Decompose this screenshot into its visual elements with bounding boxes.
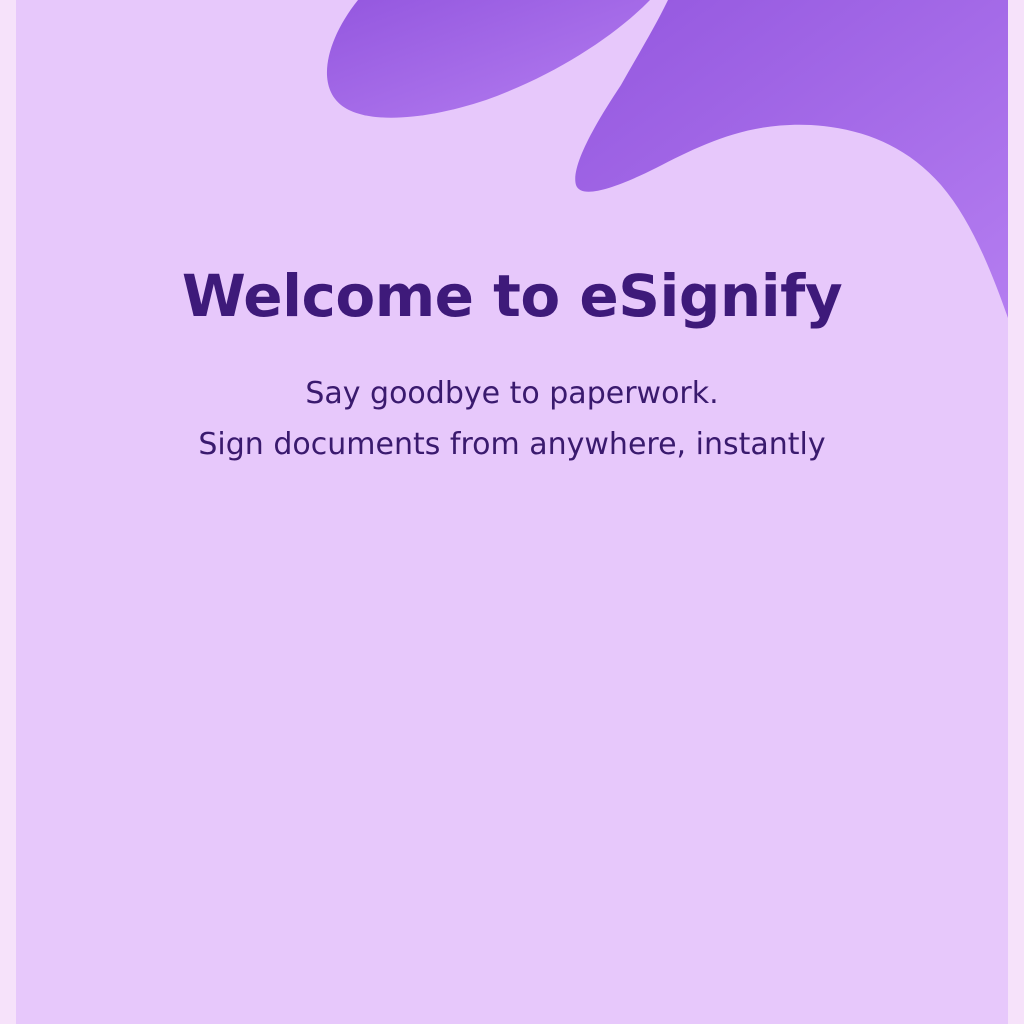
- welcome-screen: Welcome to eSignify Say goodbye to paper…: [16, 0, 1008, 1024]
- tagline-line-2: Sign documents from anywhere, instantly: [198, 427, 826, 462]
- decorative-blob-shapes: [326, 0, 1008, 318]
- left-blob-shape: [326, 0, 650, 118]
- tagline-line-1: Say goodbye to paperwork.: [305, 376, 719, 411]
- welcome-title: Welcome to eSignify: [181, 262, 843, 330]
